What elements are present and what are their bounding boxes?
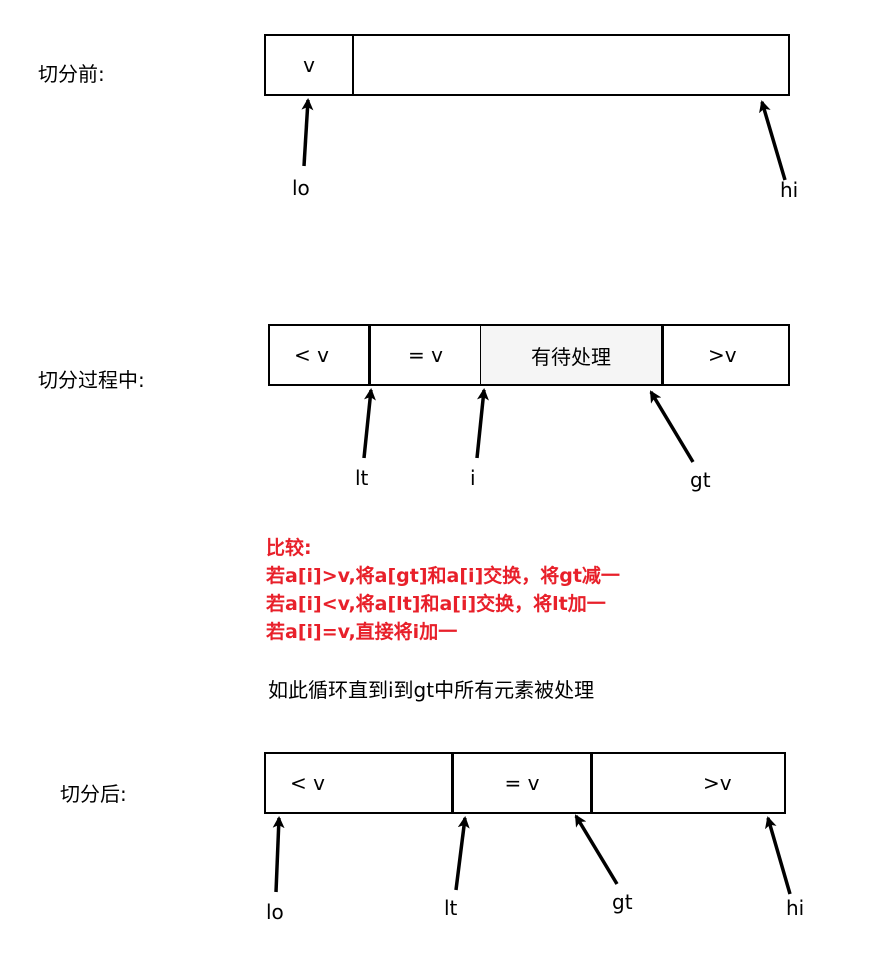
pointer-arrows [272,98,792,895]
arrow-hi-final [765,816,792,895]
arrow-gt-final [574,814,619,885]
arrow-gt [649,390,695,463]
arrow-lo [301,98,314,167]
arrow-lt [362,388,376,459]
arrow-hi [759,100,787,181]
arrow-lo-final [272,816,285,893]
arrow-i [475,388,489,459]
arrow-lt-final [454,816,470,891]
